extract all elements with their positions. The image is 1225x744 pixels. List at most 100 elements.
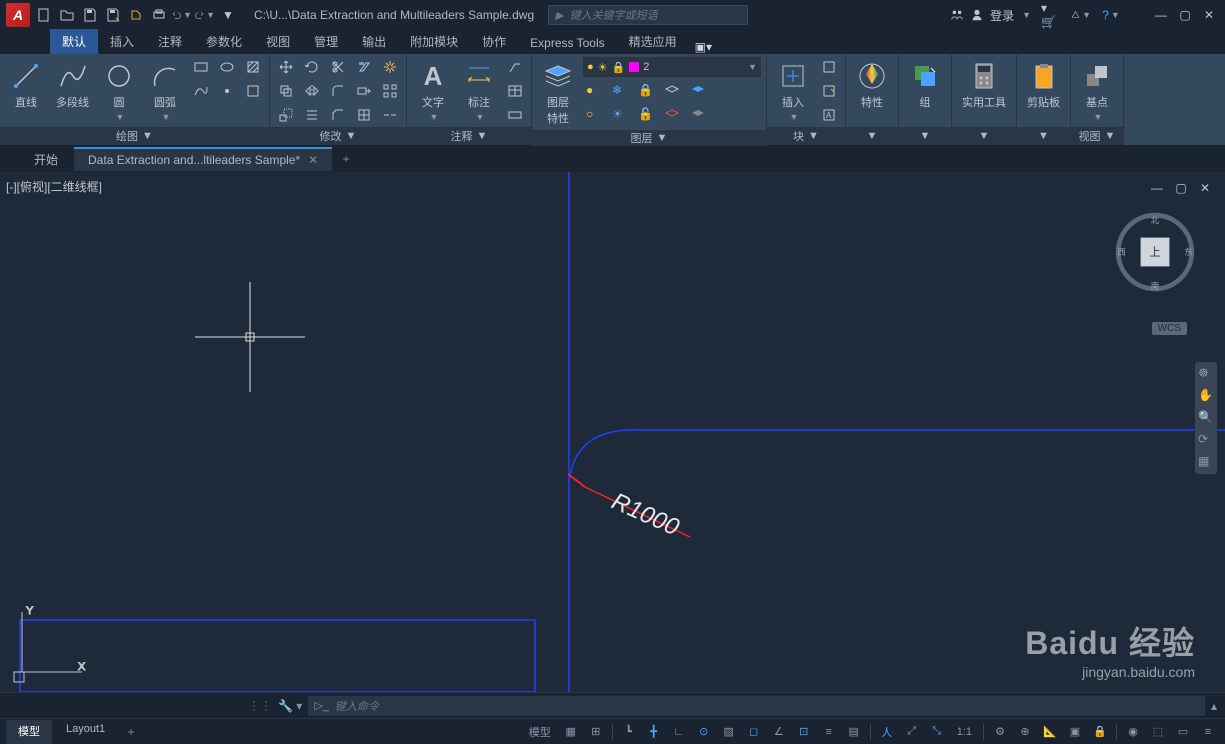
transparency-icon[interactable]: ▤: [843, 722, 865, 742]
workspace-icon[interactable]: ⚙: [989, 722, 1011, 742]
layout-tab-layout1[interactable]: Layout1: [54, 720, 117, 744]
layer-uniso-icon[interactable]: [660, 104, 684, 126]
quick-prop-icon[interactable]: ▣: [1064, 722, 1086, 742]
layer-on-icon[interactable]: ○: [582, 104, 606, 126]
redo-icon[interactable]: ▼: [195, 5, 215, 25]
circle-button[interactable]: 圆▼: [97, 56, 141, 126]
nav-wheel-icon[interactable]: ☸: [1198, 366, 1214, 382]
otrack-icon[interactable]: ⊡: [793, 722, 815, 742]
basepoint-button[interactable]: 基点▼: [1075, 56, 1119, 126]
search-input[interactable]: ▶ 键入关键字或短语: [548, 5, 748, 25]
viewcube[interactable]: 上 北 南 东 西: [1115, 212, 1195, 292]
text-button[interactable]: A文字▼: [411, 56, 455, 126]
layer-freeze-icon[interactable]: ❄: [608, 80, 632, 102]
vp-close-icon[interactable]: ✕: [1195, 178, 1215, 198]
command-input[interactable]: ▷_ 键入命令: [308, 696, 1205, 716]
tab-featured[interactable]: 精选应用: [617, 29, 689, 54]
undo-icon[interactable]: ▼: [172, 5, 192, 25]
lock-ui-icon[interactable]: 🔒: [1089, 722, 1111, 742]
3dosnap-icon[interactable]: ∠: [768, 722, 790, 742]
layer-unlock-icon[interactable]: 🔓: [634, 104, 658, 126]
region-icon[interactable]: [241, 80, 265, 102]
layout-tab-model[interactable]: 模型: [6, 720, 52, 744]
user-login[interactable]: 登录 ▼: [950, 7, 1031, 24]
tab-manage[interactable]: 管理: [302, 29, 350, 54]
fillet-icon[interactable]: [326, 80, 350, 102]
layer-lock-icon[interactable]: 🔒: [634, 80, 658, 102]
viewport-label[interactable]: [-][俯视][二维线框]: [6, 178, 102, 195]
doc-tab-start[interactable]: 开始: [20, 147, 72, 172]
units-icon[interactable]: 📐: [1039, 722, 1061, 742]
break-icon[interactable]: [378, 104, 402, 126]
ortho-icon[interactable]: ∟: [668, 722, 690, 742]
save-icon[interactable]: [80, 5, 100, 25]
cmdline-grip-icon[interactable]: ⋮⋮: [248, 699, 272, 713]
copy-icon[interactable]: [274, 80, 298, 102]
utilities-button[interactable]: 实用工具: [956, 56, 1012, 114]
customize-icon[interactable]: 🔧 ▾: [278, 699, 302, 713]
polyline-button[interactable]: 多段线: [50, 56, 95, 114]
hatch-icon[interactable]: [241, 56, 265, 78]
ellipse-icon[interactable]: [215, 56, 239, 78]
doc-tab-active[interactable]: Data Extraction and...ltileaders Sample*…: [74, 147, 332, 171]
tab-addon[interactable]: 附加模块: [398, 29, 470, 54]
lweight-icon[interactable]: ≡: [818, 722, 840, 742]
layer-dropdown[interactable]: ● ☀ 🔒 2 ▼: [582, 56, 762, 78]
add-layout-icon[interactable]: +: [119, 720, 143, 744]
cmdline-expand-icon[interactable]: ▴: [1211, 699, 1217, 713]
close-tab-icon[interactable]: ✕: [308, 153, 318, 167]
nav-show-icon[interactable]: ▦: [1198, 454, 1214, 470]
add-tab-icon[interactable]: +: [334, 147, 358, 171]
vp-maximize-icon[interactable]: ▢: [1171, 178, 1191, 198]
nav-zoom-icon[interactable]: 🔍: [1198, 410, 1214, 426]
polar-icon[interactable]: ⊙: [693, 722, 715, 742]
edit-block-icon[interactable]: [817, 80, 841, 102]
table-icon[interactable]: [503, 80, 527, 102]
infer-icon[interactable]: ┗: [618, 722, 640, 742]
app-logo[interactable]: A: [6, 3, 30, 27]
mirror-icon[interactable]: [300, 80, 324, 102]
drawing-canvas[interactable]: [-][俯视][二维线框] — ▢ ✕ R1000 Y X 上 北 南 东 西 …: [0, 172, 1225, 692]
group-button[interactable]: 组: [903, 56, 947, 114]
share-icon[interactable]: [126, 5, 146, 25]
create-block-icon[interactable]: [817, 56, 841, 78]
qat-dropdown-icon[interactable]: ▼: [218, 5, 238, 25]
snap-icon[interactable]: ⊞: [585, 722, 607, 742]
cycling-icon[interactable]: 人: [876, 722, 898, 742]
rect-icon[interactable]: [189, 56, 213, 78]
scale-icon[interactable]: [274, 104, 298, 126]
nav-pan-icon[interactable]: ✋: [1198, 388, 1214, 404]
minimize-icon[interactable]: —: [1151, 5, 1171, 25]
leader-icon[interactable]: [503, 56, 527, 78]
dyn-input-icon[interactable]: ╋: [643, 722, 665, 742]
tab-output[interactable]: 输出: [350, 29, 398, 54]
dimension-button[interactable]: 标注▼: [457, 56, 501, 126]
layer-match-icon[interactable]: [686, 80, 710, 102]
iso-icon[interactable]: ▨: [718, 722, 740, 742]
tab-annotate[interactable]: 注释: [146, 29, 194, 54]
tab-insert[interactable]: 插入: [98, 29, 146, 54]
anno-icon[interactable]: ⤢: [901, 722, 923, 742]
hardware-icon[interactable]: ⬚: [1147, 722, 1169, 742]
isolate-icon[interactable]: ◉: [1122, 722, 1144, 742]
offset-icon[interactable]: [300, 104, 324, 126]
tab-overflow-icon[interactable]: ▣▾: [695, 40, 712, 54]
point-icon[interactable]: [215, 80, 239, 102]
line-button[interactable]: 直线: [4, 56, 48, 114]
wcs-badge[interactable]: WCS: [1152, 322, 1187, 335]
cart-icon[interactable]: ▾ 🛒: [1041, 5, 1061, 25]
new-icon[interactable]: [34, 5, 54, 25]
explode-icon[interactable]: [378, 56, 402, 78]
tab-express[interactable]: Express Tools: [518, 32, 616, 54]
layer-prev-icon[interactable]: [686, 104, 710, 126]
tol-icon[interactable]: [503, 104, 527, 126]
vp-minimize-icon[interactable]: —: [1147, 178, 1167, 198]
clean-screen-icon[interactable]: ▭: [1172, 722, 1194, 742]
clipboard-button[interactable]: 剪贴板: [1021, 56, 1066, 114]
customize-status-icon[interactable]: ≡: [1197, 722, 1219, 742]
attr-block-icon[interactable]: A: [817, 104, 841, 126]
viewcube-top[interactable]: 上: [1149, 246, 1160, 259]
layer-thaw-icon[interactable]: ☀: [608, 104, 632, 126]
chamfer-icon[interactable]: [326, 104, 350, 126]
tab-collab[interactable]: 协作: [470, 29, 518, 54]
